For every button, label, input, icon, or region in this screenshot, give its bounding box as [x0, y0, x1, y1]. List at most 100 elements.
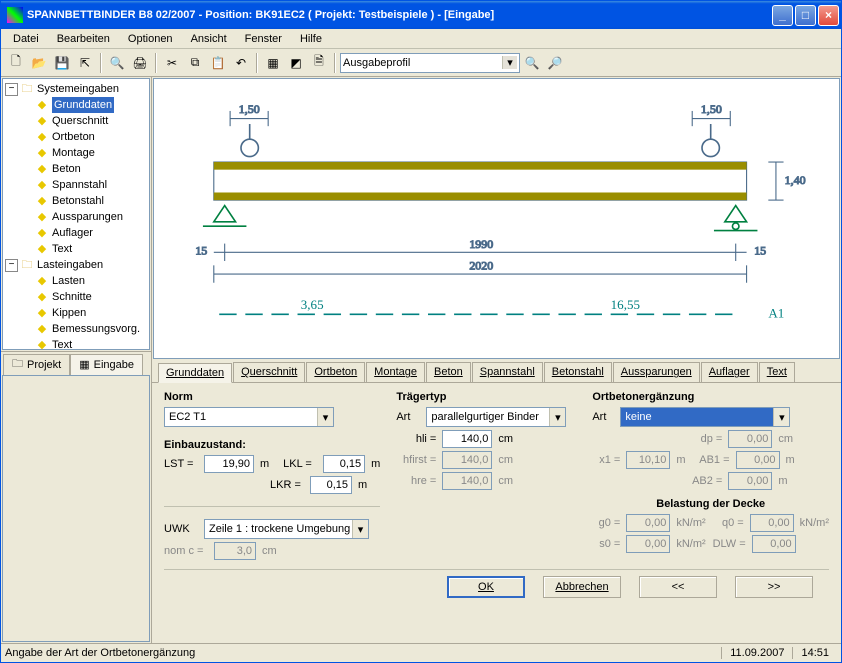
hdr-belastung: Belastung der Decke — [592, 498, 829, 510]
status-date: 11.09.2007 — [721, 647, 792, 659]
undo-icon[interactable]: ↶ — [230, 52, 252, 74]
lbl-ab2: AB2 = — [688, 475, 722, 487]
print-icon[interactable]: 🖨 — [129, 52, 151, 74]
copy-icon[interactable]: ⧉ — [184, 52, 206, 74]
tree-aussparungen[interactable]: Aussparungen — [52, 209, 123, 225]
tab-projekt[interactable]: 🗀Projekt — [3, 354, 70, 375]
hdr-traeger: Trägertyp — [396, 391, 576, 403]
diamond-icon: ◆ — [35, 146, 49, 160]
close-button[interactable]: × — [818, 5, 839, 26]
maximize-button[interactable]: □ — [795, 5, 816, 26]
tab-montage[interactable]: Montage — [366, 362, 425, 382]
tree-grunddaten[interactable]: Grunddaten — [52, 97, 114, 113]
tree-ortbeton[interactable]: Ortbeton — [52, 129, 95, 145]
cut-icon[interactable]: ✂ — [161, 52, 183, 74]
ortbeton-art-combo[interactable]: keine ▾ — [620, 407, 790, 427]
ok-button[interactable]: OK — [447, 576, 525, 598]
diamond-icon: ◆ — [35, 290, 49, 304]
tree-text2[interactable]: Text — [52, 337, 72, 350]
lbl-uwk: UWK — [164, 523, 198, 535]
save-icon[interactable]: 💾 — [51, 52, 73, 74]
lst-input[interactable] — [204, 455, 254, 473]
zoom-icon[interactable]: 🔍 — [521, 52, 543, 74]
status-text: Angabe der Art der Ortbetonergänzung — [5, 647, 721, 659]
minimize-button[interactable]: _ — [772, 5, 793, 26]
output-profile-combo[interactable]: Ausgabeprofil ▾ — [340, 53, 520, 73]
tab-spannstahl[interactable]: Spannstahl — [472, 362, 543, 382]
lkl-input[interactable] — [323, 455, 365, 473]
dim-height: 1,40 — [785, 173, 806, 187]
output-profile-value: Ausgabeprofil — [343, 57, 502, 69]
q0-input — [750, 514, 794, 532]
tree-beton[interactable]: Beton — [52, 161, 81, 177]
x1-input — [626, 451, 670, 469]
lbl-nomc: nom c = — [164, 545, 208, 557]
tab-betonstahl[interactable]: Betonstahl — [544, 362, 612, 382]
prev-button[interactable]: << — [639, 576, 717, 598]
tree-betonstahl[interactable]: Betonstahl — [52, 193, 104, 209]
diamond-icon: ◆ — [35, 114, 49, 128]
tree-spannstahl[interactable]: Spannstahl — [52, 177, 107, 193]
lbl-q0: q0 = — [716, 517, 744, 529]
doc-icon[interactable]: 🗎 — [308, 52, 330, 74]
menu-ansicht[interactable]: Ansicht — [183, 31, 235, 47]
tab-text[interactable]: Text — [759, 362, 795, 382]
tool-icon[interactable]: ◩ — [285, 52, 307, 74]
next-button[interactable]: >> — [735, 576, 813, 598]
statusbar: Angabe der Art der Ortbetonergänzung 11.… — [1, 643, 841, 662]
open-icon[interactable]: 📂 — [28, 52, 50, 74]
tree-bemessung[interactable]: Bemessungsvorg. — [52, 321, 140, 337]
tab-eingabe[interactable]: ▦Eingabe — [70, 354, 143, 375]
tab-ortbeton[interactable]: Ortbeton — [306, 362, 365, 382]
calc-icon[interactable]: ▦ — [262, 52, 284, 74]
tree-schnitte[interactable]: Schnitte — [52, 289, 92, 305]
tree-kippen[interactable]: Kippen — [52, 305, 86, 321]
diamond-icon: ◆ — [35, 194, 49, 208]
lbl-lkl: LKL = — [283, 458, 317, 470]
norm-combo[interactable]: EC2 T1 ▾ — [164, 407, 334, 427]
tab-grunddaten[interactable]: Grunddaten — [158, 363, 232, 383]
uwk-combo[interactable]: Zeile 1 : trockene Umgebung ▾ — [204, 519, 369, 539]
navigation-tree[interactable]: − 🗀 Systemeingaben ◆Grunddaten ◆Querschn… — [2, 78, 150, 350]
dim-total: 2020 — [469, 259, 493, 273]
tree-text[interactable]: Text — [52, 241, 72, 257]
tree-auflager[interactable]: Auflager — [52, 225, 93, 241]
hli-input[interactable] — [442, 430, 492, 448]
schematic-view: 1,50 1,50 1,40 — [153, 78, 840, 359]
menu-bearbeiten[interactable]: Bearbeiten — [49, 31, 118, 47]
g0-input — [626, 514, 670, 532]
menu-fenster[interactable]: Fenster — [237, 31, 290, 47]
diamond-icon: ◆ — [35, 210, 49, 224]
dim-right-ext: 15 — [754, 243, 766, 257]
property-tabs: Grunddaten Querschnitt Ortbeton Montage … — [152, 360, 841, 383]
zoom2-icon[interactable]: 🔎 — [544, 52, 566, 74]
tab-aussparungen[interactable]: Aussparungen — [613, 362, 700, 382]
chevron-down-icon: ▾ — [502, 56, 517, 69]
tree-systemeingaben[interactable]: Systemeingaben — [37, 81, 119, 97]
diamond-icon: ◆ — [35, 242, 49, 256]
lbl-lkr: LKR = — [270, 479, 304, 491]
tree-querschnitt[interactable]: Querschnitt — [52, 113, 108, 129]
folder-icon: 🗀 — [12, 355, 23, 374]
cancel-button[interactable]: Abbrechen — [543, 576, 621, 598]
art-combo[interactable]: parallelgurtiger Binder ▾ — [426, 407, 566, 427]
menu-optionen[interactable]: Optionen — [120, 31, 181, 47]
tab-beton[interactable]: Beton — [426, 362, 471, 382]
preview-icon[interactable]: 🔍 — [106, 52, 128, 74]
tree-lasteingaben[interactable]: Lasteingaben — [37, 257, 103, 273]
lkr-input[interactable] — [310, 476, 352, 494]
tree-lasten[interactable]: Lasten — [52, 273, 85, 289]
paste-icon[interactable]: 📋 — [207, 52, 229, 74]
menu-datei[interactable]: Datei — [5, 31, 47, 47]
tree-montage[interactable]: Montage — [52, 145, 95, 161]
twist-icon[interactable]: − — [5, 259, 18, 272]
ab2-input — [728, 472, 772, 490]
menu-hilfe[interactable]: Hilfe — [292, 31, 330, 47]
tab-auflager[interactable]: Auflager — [701, 362, 758, 382]
export-icon[interactable]: ⇱ — [74, 52, 96, 74]
diamond-icon: ◆ — [35, 130, 49, 144]
twist-icon[interactable]: − — [5, 83, 18, 96]
new-icon[interactable]: 🗋 — [5, 52, 27, 74]
dim-top-right: 1,50 — [701, 102, 722, 116]
tab-querschnitt[interactable]: Querschnitt — [233, 362, 305, 382]
